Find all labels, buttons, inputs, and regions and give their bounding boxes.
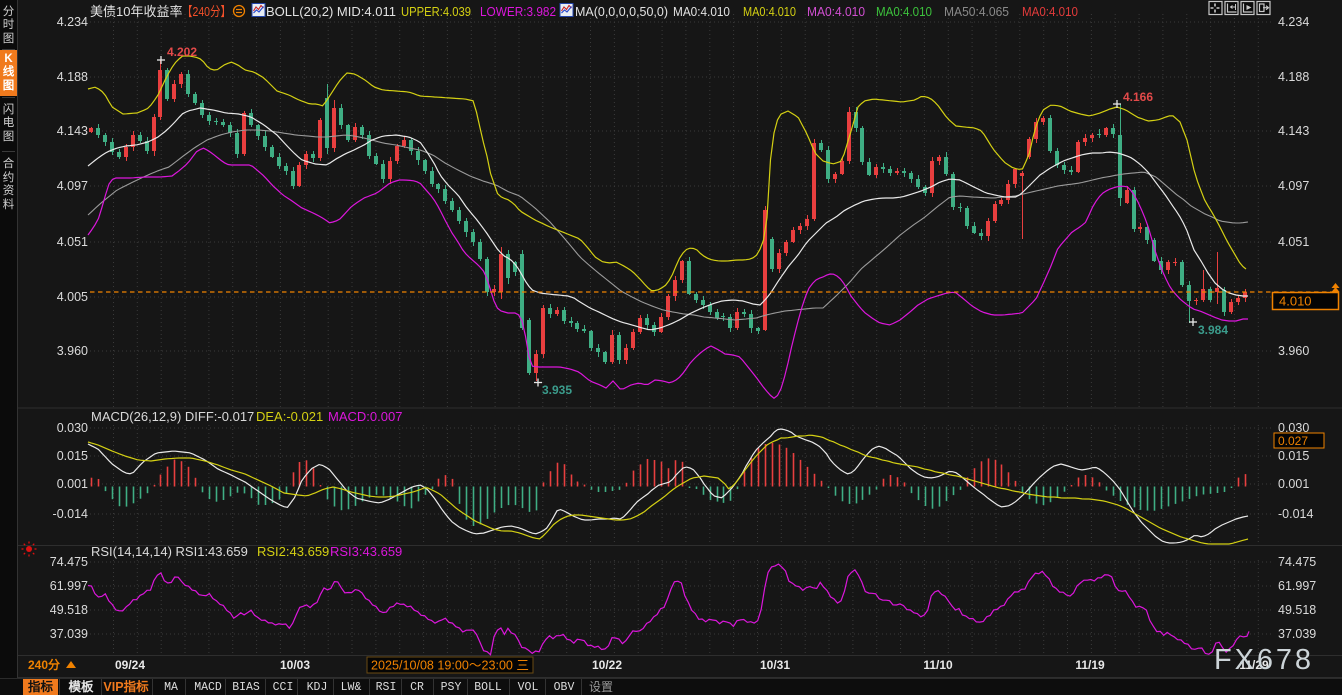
svg-text:4.234: 4.234: [57, 15, 88, 29]
svg-text:10/22: 10/22: [592, 658, 622, 672]
svg-text:MA50:4.065: MA50:4.065: [944, 5, 1009, 19]
svg-text:09/24: 09/24: [115, 658, 145, 672]
svg-text:11/10: 11/10: [923, 658, 953, 672]
svg-text:RSI3:43.659: RSI3:43.659: [330, 544, 402, 559]
svg-text:4.234: 4.234: [1278, 15, 1309, 29]
svg-text:-0.014: -0.014: [1278, 507, 1313, 521]
svg-text:RSI(14,14,14) RSI1:43.659: RSI(14,14,14) RSI1:43.659: [91, 544, 248, 559]
svg-text:MACD(26,12,9) DIFF:-0.017: MACD(26,12,9) DIFF:-0.017: [91, 409, 254, 424]
svg-text:4.005: 4.005: [57, 290, 88, 304]
svg-text:4.143: 4.143: [57, 124, 88, 138]
svg-text:0.015: 0.015: [1278, 449, 1309, 463]
svg-text:BOLL(20,2) MID:4.011: BOLL(20,2) MID:4.011: [266, 5, 396, 19]
svg-text:MA0:4.010: MA0:4.010: [673, 5, 730, 19]
svg-text:4.010: 4.010: [1279, 294, 1312, 309]
svg-text:61.997: 61.997: [1278, 579, 1316, 593]
svg-text:11/19: 11/19: [1075, 658, 1105, 672]
svg-text:FX678: FX678: [1214, 644, 1311, 676]
svg-text:37.039: 37.039: [1278, 627, 1316, 641]
svg-text:3.984: 3.984: [1198, 323, 1228, 337]
svg-text:0.027: 0.027: [1278, 434, 1308, 448]
svg-text:4.143: 4.143: [1278, 124, 1309, 138]
svg-text:74.475: 74.475: [50, 555, 88, 569]
svg-text:240分: 240分: [28, 657, 60, 672]
svg-text:MACD:0.007: MACD:0.007: [328, 409, 402, 424]
svg-text:4.097: 4.097: [1278, 179, 1309, 193]
svg-text:3.960: 3.960: [1278, 344, 1309, 358]
svg-text:美债10年收益率: 美债10年收益率: [90, 4, 182, 19]
svg-text:RSI2:43.659: RSI2:43.659: [257, 544, 329, 559]
svg-text:10/03: 10/03: [280, 658, 310, 672]
svg-text:49.518: 49.518: [1278, 603, 1316, 617]
svg-text:4.097: 4.097: [57, 179, 88, 193]
svg-text:【240分】: 【240分】: [182, 4, 231, 19]
svg-text:UPPER:4.039: UPPER:4.039: [401, 5, 471, 19]
svg-text:2025/10/08 19:00～23:00 三: 2025/10/08 19:00～23:00 三: [371, 659, 529, 673]
svg-text:37.039: 37.039: [50, 627, 88, 641]
svg-text:3.960: 3.960: [57, 344, 88, 358]
svg-text:61.997: 61.997: [50, 579, 88, 593]
svg-text:MA0:4.010: MA0:4.010: [1022, 5, 1078, 19]
svg-text:74.475: 74.475: [1278, 555, 1316, 569]
svg-text:4.188: 4.188: [57, 70, 88, 84]
svg-text:MA(0,0,0,0,50,0): MA(0,0,0,0,50,0): [575, 5, 668, 19]
svg-text:MA0:4.010: MA0:4.010: [743, 5, 796, 19]
svg-text:0.015: 0.015: [57, 449, 88, 463]
svg-text:4.188: 4.188: [1278, 70, 1309, 84]
svg-text:49.518: 49.518: [50, 603, 88, 617]
svg-text:0.001: 0.001: [57, 477, 88, 491]
svg-text:4.051: 4.051: [1278, 235, 1309, 249]
svg-text:MA0:4.010: MA0:4.010: [807, 5, 865, 19]
svg-text:MA0:4.010: MA0:4.010: [876, 5, 932, 19]
svg-text:LOWER:3.982: LOWER:3.982: [480, 5, 556, 19]
svg-text:10/31: 10/31: [760, 658, 790, 672]
svg-text:0.030: 0.030: [57, 421, 88, 435]
svg-text:0.001: 0.001: [1278, 477, 1309, 491]
svg-text:4.166: 4.166: [1123, 90, 1153, 104]
svg-text:4.202: 4.202: [167, 45, 197, 59]
svg-text:4.051: 4.051: [57, 235, 88, 249]
svg-text:-0.014: -0.014: [53, 507, 88, 521]
svg-text:DEA:-0.021: DEA:-0.021: [256, 409, 323, 424]
svg-text:3.935: 3.935: [542, 383, 572, 397]
